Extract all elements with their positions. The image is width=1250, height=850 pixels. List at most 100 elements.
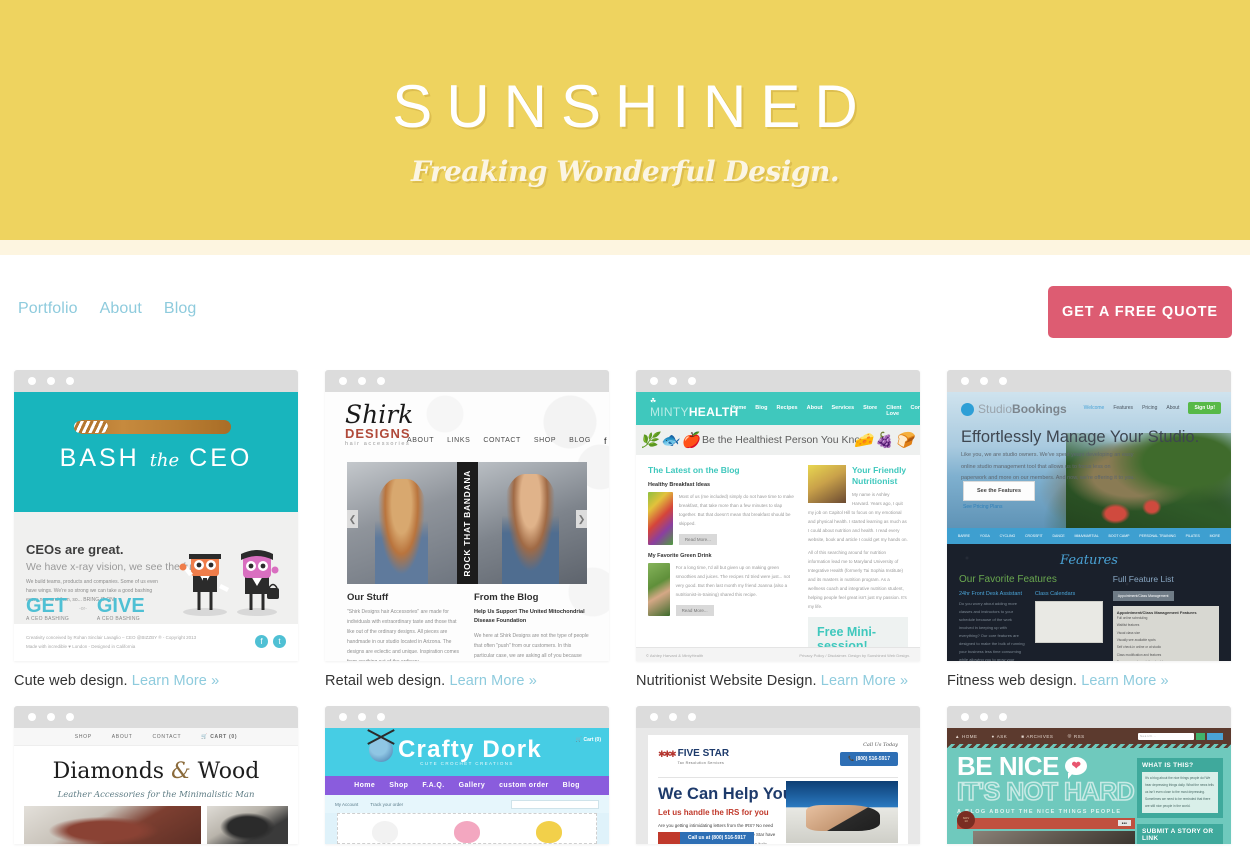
browser-dot-icon <box>47 377 55 385</box>
phone-button: 📞 (800) 516-5917 <box>840 752 898 766</box>
learn-more-link[interactable]: Learn More » <box>132 673 219 689</box>
social-icons: f t <box>255 635 286 648</box>
slider-next-icon[interactable]: ❯ <box>576 510 587 528</box>
preview-sidebar: WHAT IS THIS? It's a blog about the nice… <box>1137 758 1223 844</box>
browser-dot-icon <box>688 377 696 385</box>
cream-divider <box>0 240 1250 255</box>
browser-dot-icon <box>28 377 36 385</box>
portfolio-card[interactable]: SHOP ABOUT CONTACT 🛒 CART (0) Diamonds &… <box>14 706 298 844</box>
nav-item-about[interactable]: About <box>100 300 142 318</box>
portfolio-card[interactable]: BASH the CEO CEOs are great. We have x-r… <box>14 370 298 706</box>
slider-prev-icon[interactable]: ❮ <box>347 510 358 528</box>
about-column: Your Friendly Nutritionist My name is As… <box>808 465 908 661</box>
preview-title-2: IT'S NOT HARD <box>956 777 1135 806</box>
learn-more-link[interactable]: Learn More » <box>821 673 908 689</box>
preview-nav: SHOP ABOUT CONTACT 🛒 CART (0) <box>14 728 298 746</box>
crochet-product-icon <box>536 821 562 843</box>
stars-icon: ✱✱✱ <box>658 748 677 759</box>
zigzag-divider <box>947 744 1231 748</box>
portfolio-card[interactable]: ▲ HOME ● ASK ■ ARCHIVES ◎ RSS Search... … <box>947 706 1231 844</box>
portfolio-card[interactable]: StudioBookings Welcome Features Pricing … <box>947 370 1231 706</box>
browser-chrome <box>14 370 298 392</box>
preview-header: Crafty Dork 🛒 Cart (0) CUTE CROCHET CREA… <box>325 728 609 776</box>
portfolio-card[interactable]: Shirk DESIGNS hair accessories ABOUT LIN… <box>325 370 609 706</box>
preview-nav: Home Blog Recipes About Services Store C… <box>731 405 920 417</box>
belt-photo <box>24 806 202 844</box>
see-features-button: See the Features <box>963 481 1036 501</box>
portfolio-thumbnail-diamonds-and-wood[interactable]: SHOP ABOUT CONTACT 🛒 CART (0) Diamonds &… <box>14 706 298 844</box>
portfolio-thumbnail-shirk-designs[interactable]: Shirk DESIGNS hair accessories ABOUT LIN… <box>325 370 609 661</box>
preview-nav: Home Shop F.A.Q. Gallery custom order Bl… <box>325 776 609 795</box>
from-the-blog-column: From the Blog Help Us Support The United… <box>474 592 589 661</box>
blog-column: The Latest on the Blog Healthy Breakfast… <box>648 465 798 641</box>
portfolio-thumbnail-five-star-tax[interactable]: ✱✱✱ FIVE STAR Tax Resolution Services Ca… <box>636 706 920 844</box>
card-caption: Nutritionist Website Design. Learn More … <box>636 661 920 706</box>
preview-header: ☘ MINTYHEALTH Home Blog Recipes About Se… <box>636 392 920 425</box>
handshake-photo <box>786 781 898 843</box>
post-image <box>648 563 670 616</box>
get-a-free-quote-button[interactable]: GET A FREE QUOTE <box>1048 286 1232 338</box>
portfolio-thumbnail-minty-health[interactable]: ☘ MINTYHEALTH Home Blog Recipes About Se… <box>636 370 920 661</box>
preview-header: BASH the CEO <box>14 392 298 512</box>
browser-chrome <box>325 370 609 392</box>
portfolio-card[interactable]: Crafty Dork 🛒 Cart (0) CUTE CROCHET CREA… <box>325 706 609 844</box>
portfolio-card[interactable]: ☘ MINTYHEALTH Home Blog Recipes About Se… <box>636 370 920 706</box>
features-columns: Our Favorite Features 24hr Front Desk As… <box>947 568 1231 661</box>
bread-icon: 🍞 <box>895 432 914 449</box>
facebook-icon: f <box>603 435 608 446</box>
portfolio-thumbnail-bash-the-ceo[interactable]: BASH the CEO CEOs are great. We have x-r… <box>14 370 298 661</box>
card-caption-text: Retail web design. <box>325 673 446 689</box>
browser-chrome <box>947 706 1231 728</box>
cheese-icon: 🧀 <box>853 432 873 449</box>
learn-more-link[interactable]: Learn More » <box>1081 673 1168 689</box>
site-preview: StudioBookings Welcome Features Pricing … <box>947 392 1231 661</box>
facebook-icon: f <box>255 635 268 648</box>
browser-chrome <box>325 706 609 728</box>
preview-logo: Crafty Dork <box>369 736 542 764</box>
browser-dot-icon <box>688 713 696 721</box>
browser-dot-icon <box>358 713 366 721</box>
learn-more-link[interactable]: Learn More » <box>449 673 536 689</box>
preview-title-1: BE NICE ❤ <box>957 753 1135 780</box>
food-icons-right: 🧀 🍇 🍞 <box>854 431 914 449</box>
blog-post: For a long time, I'd all but given up on… <box>648 563 798 617</box>
yarn-ball-icon <box>369 738 393 762</box>
site-preview: ☘ MINTYHEALTH Home Blog Recipes About Se… <box>636 392 920 661</box>
nav-item-portfolio[interactable]: Portfolio <box>18 300 78 318</box>
browser-dot-icon <box>669 377 677 385</box>
portfolio-card[interactable]: ✱✱✱ FIVE STAR Tax Resolution Services Ca… <box>636 706 920 844</box>
post-photo <box>973 831 1135 844</box>
main-nav: Portfolio About Blog <box>18 300 196 318</box>
browser-chrome <box>14 706 298 728</box>
slider-image <box>477 462 587 584</box>
call-cta-button: Call us at (800) 516-5917 <box>680 832 754 844</box>
nav-item-blog[interactable]: Blog <box>164 300 196 318</box>
browser-dot-icon <box>999 713 1007 721</box>
preview-logo: StudioBookings <box>961 402 1067 416</box>
preview-nav: ABOUT LINKS CONTACT SHOP BLOG f 🐦 <box>407 435 608 446</box>
browser-dot-icon <box>28 713 36 721</box>
browser-dot-icon <box>339 377 347 385</box>
card-caption: Retail web design. Learn More » <box>325 661 609 706</box>
divider <box>658 777 898 778</box>
card-caption-text: Fitness web design. <box>947 673 1078 689</box>
product-gallery <box>337 813 597 844</box>
search-input: Search... <box>1138 732 1194 740</box>
portfolio-thumbnail-be-nice[interactable]: ▲ HOME ● ASK ■ ARCHIVES ◎ RSS Search... … <box>947 706 1231 844</box>
preview-footer: Creativity conceived by Rohan Sinclair L… <box>14 624 298 661</box>
archives-icon: ■ ARCHIVES <box>1021 733 1054 739</box>
browser-dot-icon <box>66 713 74 721</box>
our-stuff-column: Our Stuff "Shirk Designs hair Accessorie… <box>347 592 462 661</box>
preview-banner: 🌿 🐟 🍎 Be the Healthiest Person You Know.… <box>636 425 920 455</box>
top-navbar: Portfolio About Blog GET A FREE QUOTE <box>0 255 1250 370</box>
full-feature-list-column: Full Feature List Appointment/Class Mana… <box>1112 574 1219 661</box>
hero-photo: StudioBookings Welcome Features Pricing … <box>947 392 1231 528</box>
green-badge-icon <box>1196 732 1205 740</box>
portfolio-thumbnail-studio-bookings[interactable]: StudioBookings Welcome Features Pricing … <box>947 370 1231 661</box>
portfolio-thumbnail-crafty-dork[interactable]: Crafty Dork 🛒 Cart (0) CUTE CROCHET CREA… <box>325 706 609 844</box>
browser-dot-icon <box>47 713 55 721</box>
fish-icon: 🐟 <box>660 432 680 449</box>
cart-icon: 🛒 CART (0) <box>201 733 238 740</box>
submit-story-panel: SUBMIT A STORY OR LINK Submit ANYTHING y… <box>1137 824 1223 844</box>
browser-dot-icon <box>961 377 969 385</box>
